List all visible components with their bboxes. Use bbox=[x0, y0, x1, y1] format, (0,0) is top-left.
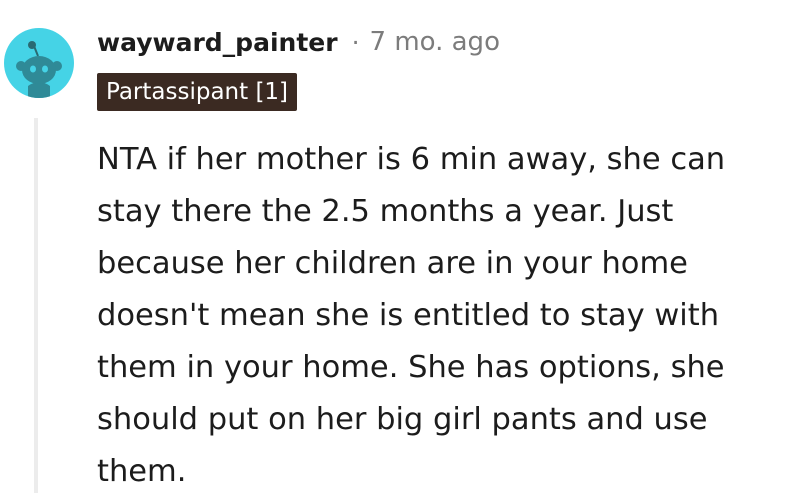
user-flair-badge: Partassipant [1] bbox=[97, 73, 298, 111]
comment-body-line: stay there the 2.5 months a year. Just bbox=[97, 194, 674, 229]
comment-body-line: because her children are in your home bbox=[97, 246, 688, 281]
comment-body-line: them. bbox=[97, 454, 187, 489]
user-avatar[interactable] bbox=[4, 28, 74, 98]
comment-body: NTA if her mother is 6 min away, she can… bbox=[97, 134, 787, 498]
snoo-avatar-icon bbox=[16, 41, 62, 98]
comment-body-line: them in your home. She has options, she bbox=[97, 350, 725, 385]
comment-body-line: doesn't mean she is entitled to stay wit… bbox=[97, 298, 720, 333]
comment: wayward_painter · 7 mo. ago Partassipant… bbox=[0, 0, 805, 493]
username-link[interactable]: wayward_painter bbox=[97, 28, 338, 57]
comment-body-line: should put on her big girl pants and use bbox=[97, 402, 708, 437]
thread-collapse-line[interactable] bbox=[34, 118, 38, 493]
meta-separator: · bbox=[351, 27, 360, 57]
comment-body-line: NTA if her mother is 6 min away, she can bbox=[97, 142, 726, 177]
comment-meta: wayward_painter · 7 mo. ago bbox=[97, 22, 500, 62]
timestamp-link[interactable]: 7 mo. ago bbox=[370, 27, 500, 57]
